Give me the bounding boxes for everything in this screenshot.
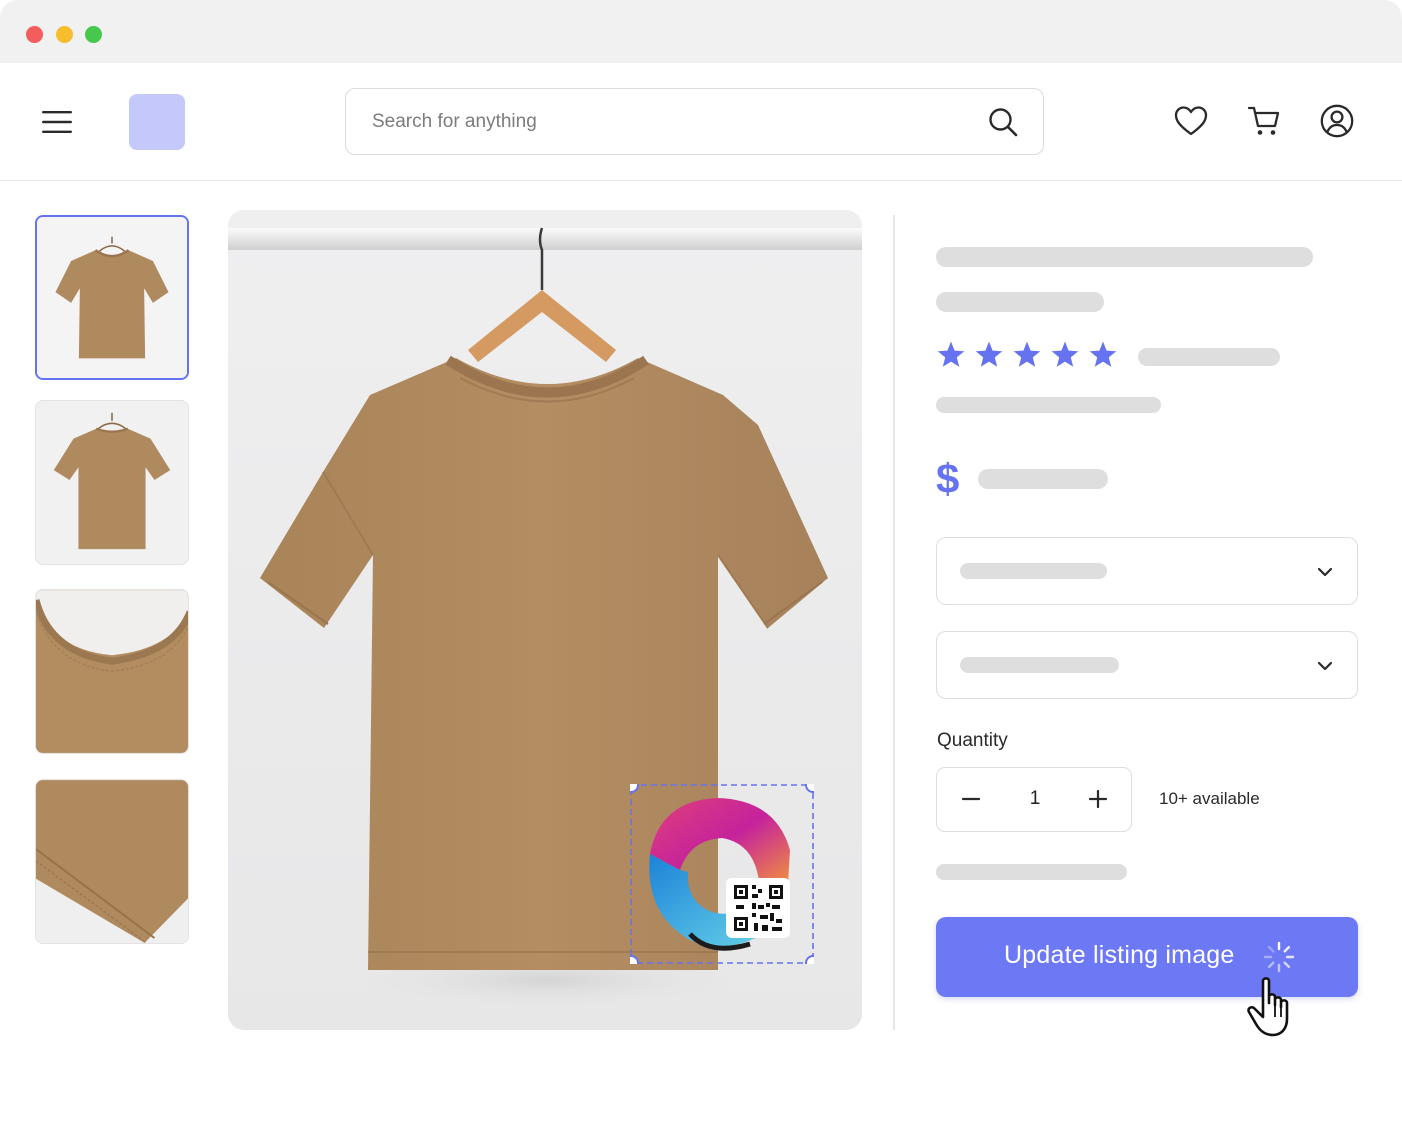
shipping-info-placeholder — [936, 864, 1127, 880]
resize-handle-top-left[interactable] — [623, 777, 639, 793]
star-icon — [1089, 341, 1117, 367]
quantity-stepper: 1 — [936, 767, 1132, 832]
select-value-placeholder — [960, 657, 1119, 673]
minimize-window-button[interactable] — [56, 26, 73, 43]
search-icon[interactable] — [986, 105, 1020, 139]
site-header — [0, 63, 1402, 181]
thumbnail-back[interactable] — [35, 400, 189, 565]
increment-button[interactable] — [1086, 787, 1110, 811]
thumbnail-front[interactable] — [35, 215, 189, 380]
star-icon — [1051, 341, 1079, 367]
hamburger-menu-icon[interactable] — [40, 108, 74, 136]
sleeve-hem-closeup-image — [36, 780, 188, 943]
collar-closeup-image — [36, 590, 188, 753]
select-value-placeholder — [960, 563, 1107, 579]
search-input[interactable] — [372, 107, 972, 137]
thumbnail-sleeve[interactable] — [35, 779, 189, 944]
site-logo[interactable] — [129, 94, 185, 150]
resize-handle-bottom-left[interactable] — [623, 955, 639, 971]
quantity-value[interactable]: 1 — [1017, 788, 1053, 810]
browser-window: $ Quantity 1 10+ available Update list — [0, 0, 1402, 1122]
hand-pointer-cursor-icon — [1247, 977, 1289, 1037]
cart-icon[interactable] — [1246, 103, 1282, 139]
shop-name-placeholder — [936, 397, 1161, 413]
title-bar — [0, 0, 1402, 63]
user-icon[interactable] — [1319, 103, 1355, 139]
chevron-down-icon — [1317, 567, 1333, 577]
quantity-label: Quantity — [937, 730, 1008, 751]
search-bar — [345, 88, 1044, 155]
star-icon — [937, 341, 965, 367]
loading-spinner-icon — [1263, 941, 1295, 973]
star-icon — [975, 341, 1003, 367]
price-placeholder — [978, 469, 1108, 489]
resize-handle-top-right[interactable] — [805, 777, 821, 793]
logo-sticker-overlay[interactable] — [623, 777, 821, 971]
heart-icon[interactable] — [1173, 103, 1209, 139]
cta-label: Update listing image — [1004, 941, 1235, 969]
variant-select-2[interactable] — [936, 631, 1358, 699]
product-title-placeholder — [936, 247, 1313, 267]
column-divider — [893, 215, 895, 1030]
price-currency-symbol: $ — [936, 455, 960, 502]
resize-handle-bottom-right[interactable] — [805, 955, 821, 971]
maximize-window-button[interactable] — [85, 26, 102, 43]
product-subtitle-placeholder — [936, 292, 1104, 312]
chevron-down-icon — [1317, 661, 1333, 671]
close-window-button[interactable] — [26, 26, 43, 43]
review-count-placeholder — [1138, 348, 1280, 366]
star-rating — [937, 341, 1117, 367]
tshirt-front-image — [37, 217, 187, 378]
decrement-button[interactable] — [959, 787, 983, 811]
plus-icon — [1088, 789, 1108, 809]
star-icon — [1013, 341, 1041, 367]
tshirt-back-image — [36, 401, 188, 564]
variant-select-1[interactable] — [936, 537, 1358, 605]
minus-icon — [961, 797, 981, 801]
thumbnail-collar[interactable] — [35, 589, 189, 754]
stock-availability: 10+ available — [1159, 789, 1260, 808]
